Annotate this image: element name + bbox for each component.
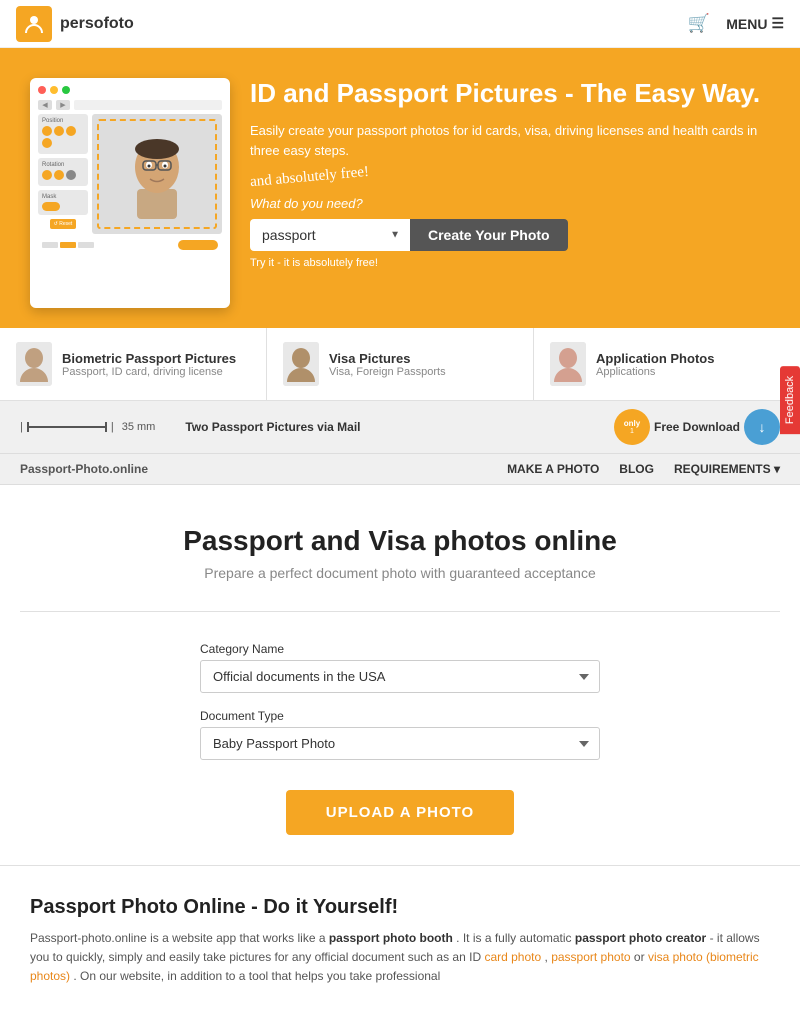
hero-free-text: and absolutely free!	[249, 164, 369, 191]
diy-section: Passport Photo Online - Do it Yourself! …	[0, 865, 800, 1017]
diy-text-5: or	[634, 950, 648, 964]
menu-label: MENU	[726, 16, 767, 32]
mockup-dot-red	[38, 86, 46, 94]
step-mail-label: Two Passport Pictures via Mail	[185, 420, 360, 434]
diy-highlight-1: passport photo booth	[329, 931, 453, 945]
menu-icon: ☰	[771, 15, 784, 32]
bottom-nav-bar: | | 35 mm Two Passport Pictures via Mail…	[0, 401, 800, 454]
mockup-panel-rotation: Rotation	[38, 158, 88, 186]
hero-content: ID and Passport Pictures - The Easy Way.…	[250, 78, 770, 308]
upload-photo-button[interactable]: UPLOAD A PHOTO	[286, 790, 514, 835]
category-group: Category Name Official documents in the …	[200, 642, 600, 693]
feedback-tab[interactable]: Feedback	[780, 366, 800, 434]
hero-mockup: ◀ ▶ Position Rotation	[30, 78, 230, 308]
feature-thumb-biometric	[16, 342, 52, 386]
hero-title: ID and Passport Pictures - The Easy Way.	[250, 78, 770, 109]
diy-text-1: Passport-photo.online is a website app t…	[30, 931, 329, 945]
feature-subtitle-application: Applications	[596, 366, 714, 378]
feature-texts-biometric: Biometric Passport Pictures Passport, ID…	[62, 351, 236, 378]
mockup-panel-position: Position	[38, 114, 88, 154]
mockup-body: Position Rotation	[38, 114, 222, 234]
ruler-area: | | 35 mm	[20, 421, 155, 433]
site-nav-bar: Passport-Photo.online MAKE A PHOTO BLOG …	[0, 454, 800, 485]
doctype-select[interactable]: Baby Passport Photo US Passport Photo US…	[200, 727, 600, 760]
feature-item-biometric[interactable]: Biometric Passport Pictures Passport, ID…	[0, 328, 267, 400]
hero-what-label: What do you need?	[250, 196, 770, 211]
free-download-icon: ↓	[744, 409, 780, 445]
diy-text-6: . On our website, in addition to a tool …	[73, 969, 440, 983]
only-badge: only 1 Free Download ↓	[614, 409, 780, 445]
header: persofoto 🛒 MENU ☰	[0, 0, 800, 48]
doctype-label: Document Type	[200, 709, 600, 723]
hero-subtitle: Easily create your passport photos for i…	[250, 121, 770, 160]
doctype-group: Document Type Baby Passport Photo US Pas…	[200, 709, 600, 760]
feature-subtitle-biometric: Passport, ID card, driving license	[62, 366, 236, 378]
main-title: Passport and Visa photos online	[20, 525, 780, 557]
feature-thumb-application	[550, 342, 586, 386]
cart-icon[interactable]: 🛒	[688, 13, 710, 34]
diy-title: Passport Photo Online - Do it Yourself!	[30, 896, 770, 919]
diy-text-2: . It is a fully automatic	[456, 931, 575, 945]
bottom-nav: MAKE A PHOTO BLOG REQUIREMENTS ▾	[507, 462, 780, 476]
diy-text-4: ,	[545, 950, 552, 964]
hero-section: ◀ ▶ Position Rotation	[0, 48, 800, 328]
mockup-toolbar	[38, 86, 222, 94]
feature-texts-visa: Visa Pictures Visa, Foreign Passports	[329, 351, 446, 378]
diy-link-2[interactable]: passport photo	[551, 950, 630, 964]
free-download-label: Free Download	[654, 420, 740, 434]
nav-blog[interactable]: BLOG	[619, 462, 654, 476]
photo-form: Category Name Official documents in the …	[200, 642, 600, 760]
menu-button[interactable]: MENU ☰	[726, 15, 784, 32]
diy-text: Passport-photo.online is a website app t…	[30, 929, 770, 987]
main-section: Passport and Visa photos online Prepare …	[0, 485, 800, 865]
category-label: Category Name	[200, 642, 600, 656]
logo-icon	[16, 6, 52, 42]
hero-select[interactable]: passport visa id card driving license	[250, 219, 410, 251]
hero-select-wrapper: passport visa id card driving license ▼	[250, 219, 410, 251]
mockup-dot-yellow	[50, 86, 58, 94]
hero-form: passport visa id card driving license ▼ …	[250, 219, 770, 251]
mockup-reset-btn[interactable]: ↺ Reset	[50, 219, 77, 229]
steps-info: Two Passport Pictures via Mail	[185, 420, 360, 434]
divider	[20, 611, 780, 612]
create-photo-button[interactable]: Create Your Photo	[410, 219, 568, 251]
mockup-sidebar: Position Rotation	[38, 114, 88, 234]
only-circle: only 1	[614, 409, 650, 445]
feature-title-biometric: Biometric Passport Pictures	[62, 351, 236, 366]
category-select[interactable]: Official documents in the USA European d…	[200, 660, 600, 693]
ruler-label: 35 mm	[122, 421, 156, 433]
feature-texts-application: Application Photos Applications	[596, 351, 714, 378]
mockup-toggle	[42, 202, 60, 211]
logo-area: persofoto	[16, 6, 134, 42]
mockup-dot-green	[62, 86, 70, 94]
hero-try-text: Try it - it is absolutely free!	[250, 257, 770, 269]
ruler-bar	[27, 426, 107, 428]
logo-text: persofoto	[60, 15, 134, 33]
site-name: Passport-Photo.online	[20, 462, 148, 476]
feature-item-visa[interactable]: Visa Pictures Visa, Foreign Passports	[267, 328, 534, 400]
nav-requirements[interactable]: REQUIREMENTS ▾	[674, 462, 780, 476]
nav-make-photo[interactable]: MAKE A PHOTO	[507, 462, 599, 476]
mockup-panel-mask: Mask	[38, 190, 88, 215]
feature-item-application[interactable]: Application Photos Applications	[534, 328, 800, 400]
feature-subtitle-visa: Visa, Foreign Passports	[329, 366, 446, 378]
header-right: 🛒 MENU ☰	[688, 13, 784, 34]
mockup-face-area	[92, 114, 222, 234]
face-overlay	[97, 119, 217, 229]
feature-thumb-visa	[283, 342, 319, 386]
features-bar: Biometric Passport Pictures Passport, ID…	[0, 328, 800, 401]
diy-highlight-2: passport photo creator	[575, 931, 706, 945]
feature-title-visa: Visa Pictures	[329, 351, 446, 366]
diy-link-1[interactable]: card photo	[484, 950, 541, 964]
feature-title-application: Application Photos	[596, 351, 714, 366]
main-subtitle: Prepare a perfect document photo with gu…	[20, 565, 780, 581]
